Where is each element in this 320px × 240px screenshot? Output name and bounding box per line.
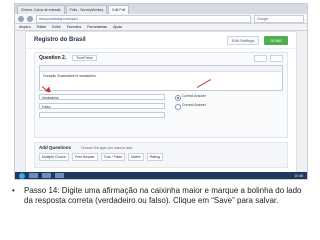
menu-item-arquivo[interactable]: Arquivo <box>19 24 31 30</box>
caption-bullet: • <box>12 186 15 195</box>
menu-item-ajuda[interactable]: Ajuda <box>113 24 122 30</box>
done-button[interactable]: DONE <box>264 35 288 45</box>
taskbar: 10:48 <box>15 172 307 179</box>
browser-tab-1[interactable]: Zimbra: Caixa de entrada <box>17 5 65 14</box>
question-text[interactable]: Coração Sustentável é verdadeiro. <box>40 72 282 80</box>
correct-answer-label-1: Correct Answer <box>182 94 206 98</box>
answer-input-3[interactable] <box>39 112 165 118</box>
browser-screenshot: Zimbra: Caixa de entrada Polls - SurveyM… <box>14 3 308 180</box>
menu-item-editar[interactable]: Editar <box>37 24 46 30</box>
chip-matrix[interactable]: Matrix <box>128 153 144 161</box>
page-header: Registro do Brasil Edit Settings DONE <box>26 32 296 49</box>
add-questions-title: Add Questions <box>39 145 72 150</box>
page-content: Registro do Brasil Edit Settings DONE Qu… <box>25 31 297 173</box>
start-icon[interactable] <box>19 172 25 179</box>
menu-item-exibir[interactable]: Exibir <box>52 24 61 30</box>
answer-input-1[interactable]: Verdadeiro <box>39 94 165 100</box>
menu-item-favoritos[interactable]: Favoritos <box>67 24 81 30</box>
menu-item-ferramentas[interactable]: Ferramentas <box>87 24 107 30</box>
forward-icon[interactable] <box>27 15 33 22</box>
add-questions-subtitle: Choose the type you want to add. <box>81 146 134 150</box>
menu-bar: Arquivo Editar Exibir Favoritos Ferramen… <box>15 24 307 31</box>
correct-answer-radio-1[interactable] <box>175 95 181 101</box>
header-actions: Edit Settings DONE <box>226 35 288 45</box>
question-type-chips: Multiple Choice Free Answer True / False… <box>39 153 163 161</box>
edit-settings-button[interactable]: Edit Settings <box>226 35 260 45</box>
browser-tab-3[interactable]: Edit Poll <box>108 5 130 14</box>
chip-free-answer[interactable]: Free Answer <box>71 153 98 161</box>
copy-button[interactable] <box>254 54 267 62</box>
browser-tab-2[interactable]: Polls - SurveyMonkey <box>65 5 108 14</box>
question-type-select[interactable]: True/False <box>72 55 97 61</box>
chip-true-false[interactable]: True / False <box>100 153 126 161</box>
chip-multiple-choice[interactable]: Multiple Choice <box>39 153 69 161</box>
question-editor[interactable]: Coração Sustentável é verdadeiro. <box>39 65 283 91</box>
question-actions <box>254 54 283 62</box>
back-icon[interactable] <box>18 15 24 22</box>
taskbar-app-icon[interactable] <box>29 173 38 178</box>
correct-answer-label-2: Correct Answer <box>182 103 206 107</box>
correct-answer-radio-2[interactable] <box>175 104 181 110</box>
taskbar-app-icon[interactable] <box>55 173 64 178</box>
taskbar-clock: 10:48 <box>294 173 303 178</box>
taskbar-app-icon[interactable] <box>42 173 51 178</box>
address-bar: www.polldaddy.com/quiz/... Google <box>15 14 307 24</box>
caption-text: Passo 14: Digite uma afirmação na caixin… <box>24 186 302 205</box>
answer-input-2[interactable]: Falso <box>39 103 165 109</box>
url-input[interactable]: www.polldaddy.com/quiz/... <box>36 14 251 23</box>
add-questions-panel: Add Questions Choose the type you want t… <box>34 142 288 168</box>
question-number: Question 2. <box>39 55 67 61</box>
page-title: Registro do Brasil <box>34 37 86 43</box>
search-input[interactable]: Google <box>254 14 304 23</box>
chip-rating[interactable]: Rating <box>146 153 163 161</box>
delete-button[interactable] <box>270 54 283 62</box>
slide: Zimbra: Caixa de entrada Polls - SurveyM… <box>0 0 320 240</box>
browser-tabs: Zimbra: Caixa de entrada Polls - SurveyM… <box>15 4 307 14</box>
question-header: Question 2. True/False <box>35 53 287 63</box>
question-card: Question 2. True/False Coração Sustentáv… <box>34 52 288 156</box>
